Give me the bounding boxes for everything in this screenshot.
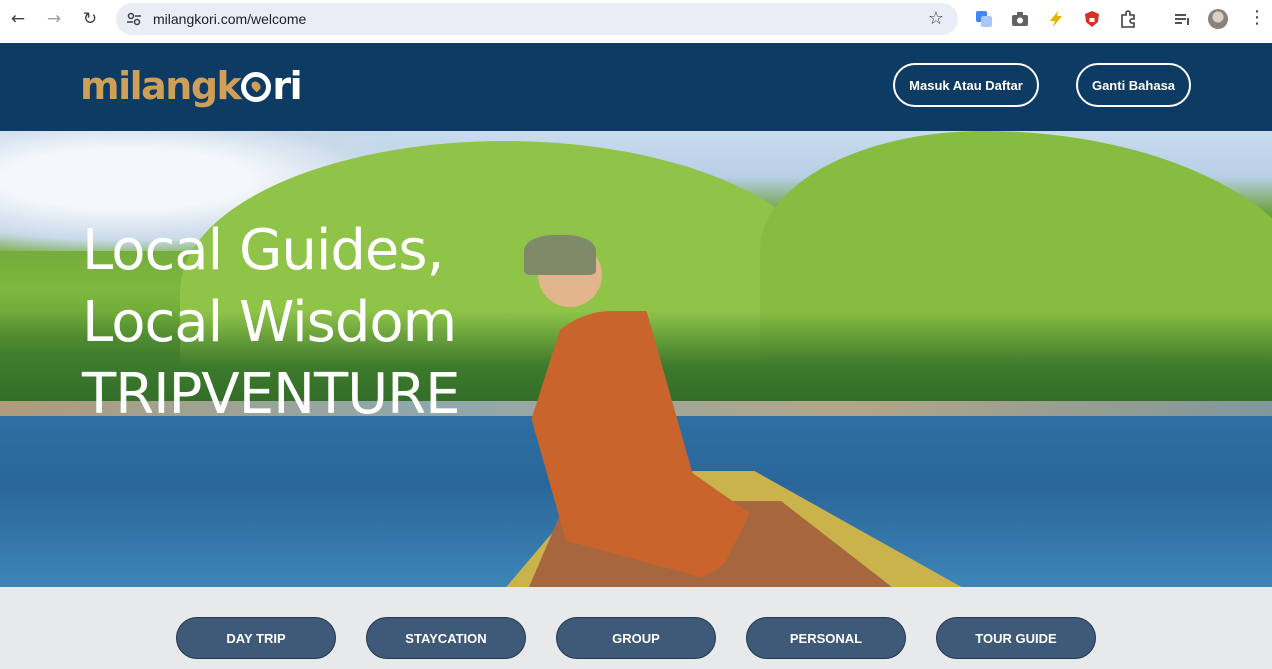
category-personal-button[interactable]: PERSONAL <box>746 617 906 659</box>
hero-title-line-2: Local Wisdom <box>82 290 457 355</box>
hero-title-line-3: TRIPVENTURE <box>82 362 460 427</box>
hero-title-line-1: Local Guides, <box>82 218 444 283</box>
logo-text-second: ri <box>272 64 302 108</box>
shield-extension-icon[interactable] <box>1083 10 1101 28</box>
category-tour-guide-button[interactable]: TOUR GUIDE <box>936 617 1096 659</box>
hero-banner: Local Guides, Local Wisdom TRIPVENTURE <box>0 131 1272 587</box>
lightning-extension-icon[interactable] <box>1047 10 1065 28</box>
reading-list-icon[interactable] <box>1173 10 1191 28</box>
category-day-trip-button[interactable]: DAY TRIP <box>176 617 336 659</box>
translate-extension-icon[interactable] <box>975 10 993 28</box>
change-language-button[interactable]: Ganti Bahasa <box>1076 63 1191 107</box>
reload-icon[interactable]: ↻ <box>80 9 100 29</box>
browser-toolbar: ← → ↻ milangkori.com/welcome ☆ ⋮ <box>0 0 1272 38</box>
address-bar[interactable]: milangkori.com/welcome ☆ <box>116 3 958 35</box>
logo-text-first: milangk <box>80 64 242 108</box>
profile-avatar[interactable] <box>1208 9 1228 29</box>
category-group-button[interactable]: GROUP <box>556 617 716 659</box>
site-settings-icon[interactable] <box>126 11 142 27</box>
location-pin-icon <box>241 72 272 102</box>
bookmark-star-icon[interactable]: ☆ <box>928 8 944 29</box>
site-header: milangk ri Masuk Atau Daftar Ganti Bahasa <box>0 43 1272 131</box>
category-bar: DAY TRIP STAYCATION GROUP PERSONAL TOUR … <box>0 587 1272 669</box>
login-register-button[interactable]: Masuk Atau Daftar <box>893 63 1039 107</box>
back-icon[interactable]: ← <box>8 9 28 29</box>
menu-kebab-icon[interactable]: ⋮ <box>1248 7 1266 28</box>
url-text[interactable]: milangkori.com/welcome <box>153 11 306 27</box>
camera-extension-icon[interactable] <box>1011 10 1029 28</box>
hero-person-hat <box>524 235 596 275</box>
category-staycation-button[interactable]: STAYCATION <box>366 617 526 659</box>
forward-icon[interactable]: → <box>44 9 64 29</box>
extensions-puzzle-icon[interactable] <box>1119 10 1137 28</box>
site-logo[interactable]: milangk ri <box>80 64 303 108</box>
